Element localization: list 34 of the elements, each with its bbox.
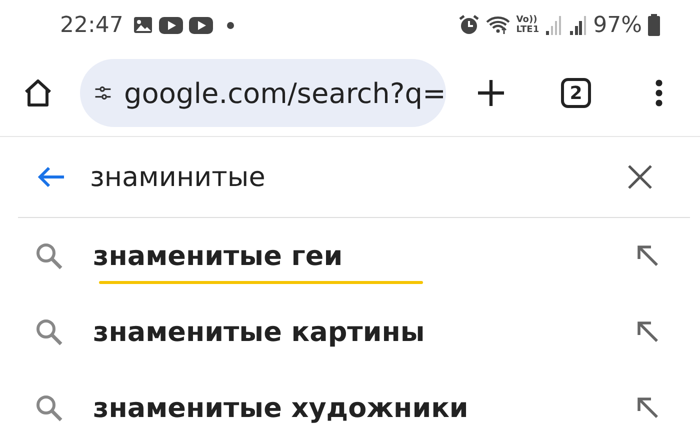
suggestion-text: знаменитые картины — [93, 316, 425, 348]
fill-query-button[interactable] — [636, 244, 660, 268]
wifi-icon — [486, 15, 510, 35]
volte-label: Vo)) — [516, 15, 538, 25]
address-bar[interactable]: google.com/search?q= — [80, 59, 446, 127]
search-icon — [35, 318, 63, 346]
suggestion-item[interactable]: знаменитые художники — [0, 370, 700, 446]
battery-icon — [648, 14, 660, 36]
search-icon — [35, 242, 63, 270]
search-field[interactable]: знаминитые — [88, 160, 627, 194]
signal-icon — [569, 15, 588, 35]
new-tab-button[interactable] — [476, 78, 506, 108]
search-icon — [35, 394, 63, 422]
tab-switcher-button[interactable]: 2 — [561, 78, 591, 108]
suggestion-item[interactable]: знаменитые геи — [0, 218, 700, 294]
url-text: google.com/search?q= — [124, 76, 446, 110]
lte-label: LTE1 — [516, 25, 540, 35]
battery-percent: 97% — [593, 12, 642, 38]
back-button[interactable] — [36, 165, 66, 189]
clear-button[interactable] — [627, 164, 653, 190]
menu-button[interactable] — [655, 79, 663, 107]
notification-dot-icon — [227, 22, 234, 28]
signal-icon — [545, 15, 564, 35]
fill-query-button[interactable] — [636, 320, 660, 344]
suggestion-item[interactable]: знаменитые картины — [0, 294, 700, 370]
fill-query-button[interactable] — [636, 396, 660, 420]
suggestion-text: знаменитые художники — [93, 392, 468, 424]
video-icon — [189, 16, 214, 34]
image-icon — [133, 16, 154, 34]
home-button[interactable] — [22, 77, 54, 109]
alarm-icon — [458, 14, 480, 36]
video-icon — [159, 16, 184, 34]
suggestion-text: знаменитые геи — [93, 240, 343, 272]
status-time: 22:47 — [60, 12, 124, 38]
